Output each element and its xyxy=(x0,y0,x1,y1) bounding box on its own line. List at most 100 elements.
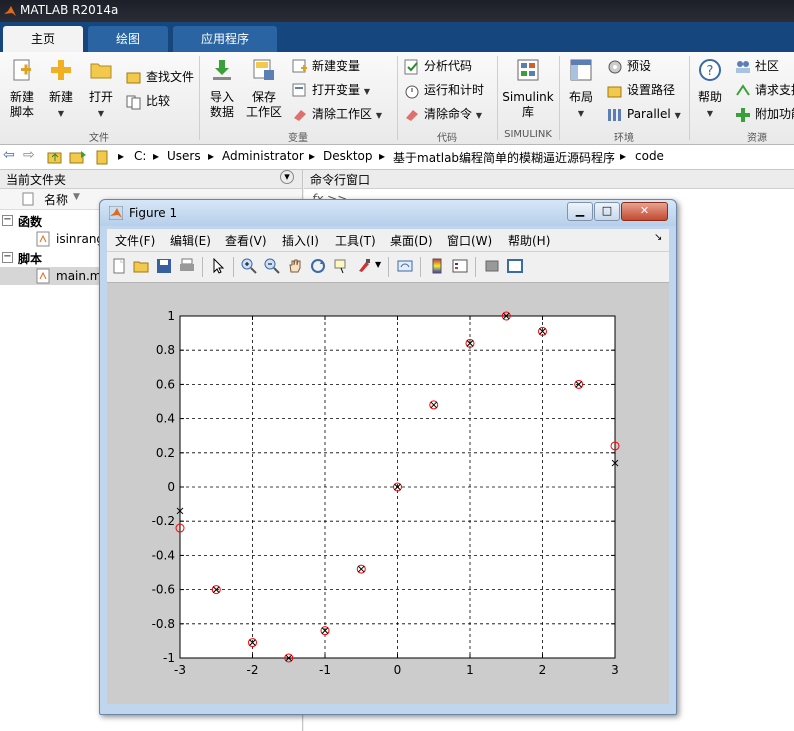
hide-plot-tools-icon[interactable] xyxy=(484,258,500,274)
breadcrumb-item[interactable]: Desktop xyxy=(323,149,373,163)
menu-window[interactable]: 窗口(W) xyxy=(447,232,492,249)
new-script-label-1: 新建 xyxy=(9,90,34,104)
rotate-3d-icon[interactable] xyxy=(310,258,326,274)
breadcrumb-item[interactable]: 基于matlab编程简单的模糊逼近源码程序 xyxy=(393,149,615,166)
set-path-icon xyxy=(607,86,622,97)
menu-insert[interactable]: 插入(I) xyxy=(282,232,319,249)
simulink-label-2: 库 xyxy=(521,105,534,119)
close-button[interactable]: ✕ xyxy=(621,202,668,221)
show-plot-tools-icon[interactable] xyxy=(507,258,523,274)
browse-folder-icon[interactable] xyxy=(69,149,87,165)
app-title-bar: MATLAB R2014a xyxy=(0,0,794,22)
panel-header: 当前文件夹 ▾ xyxy=(0,170,302,189)
colorbar-icon[interactable] xyxy=(429,258,445,274)
gear-icon xyxy=(608,60,622,73)
maximize-button[interactable]: □ xyxy=(594,202,620,221)
clear-commands-button[interactable]: 清除命令 ▼ xyxy=(404,104,482,124)
data-cursor-icon[interactable] xyxy=(333,258,349,274)
save-workspace-button[interactable]: 保存 工作区 xyxy=(245,58,283,120)
brush-icon[interactable] xyxy=(356,258,372,274)
new-label: 新建 xyxy=(48,90,73,104)
toolbar-separator xyxy=(233,257,234,277)
breadcrumb-separator: ▸ xyxy=(379,149,386,163)
figure-window[interactable]: Figure 1 ▁ □ ✕ 文件(F) 编辑(E) 查看(V) 插入(I) 工… xyxy=(99,199,677,715)
community-button[interactable]: 社区 xyxy=(735,56,779,76)
breadcrumb-separator: ▸ xyxy=(153,149,160,163)
preferences-button[interactable]: 预设 xyxy=(607,56,651,76)
menu-file[interactable]: 文件(F) xyxy=(115,232,155,249)
collapse-toggle[interactable]: − xyxy=(2,252,13,263)
zoom-in-icon[interactable] xyxy=(241,258,257,274)
collapse-toggle[interactable]: − xyxy=(2,215,13,226)
back-arrow-icon[interactable]: ⇦ xyxy=(3,147,15,163)
save-workspace-icon xyxy=(253,59,274,80)
parallel-button[interactable]: Parallel ▼ xyxy=(607,104,681,124)
find-files-button[interactable]: 查找文件 xyxy=(126,67,194,87)
minimize-button[interactable]: ▁ xyxy=(567,202,593,221)
help-button[interactable]: ? 帮助 ▼ xyxy=(694,58,726,121)
add-ons-button[interactable]: 附加功能 xyxy=(735,104,794,124)
group-label-environment: 环境 xyxy=(614,133,634,144)
layout-button[interactable]: 布局 ▼ xyxy=(564,58,598,121)
dock-arrow-icon[interactable]: ↘ xyxy=(654,232,662,243)
import-data-button[interactable]: 导入 数据 xyxy=(206,58,238,120)
tab-home[interactable]: 主页 xyxy=(3,26,83,52)
breadcrumb-item[interactable]: Administrator xyxy=(222,149,304,163)
x-tick-label: 3 xyxy=(611,663,619,677)
save-icon[interactable] xyxy=(156,258,172,274)
tab-apps[interactable]: 应用程序 xyxy=(173,26,277,52)
y-tick-label: 0.2 xyxy=(156,446,175,460)
zoom-out-icon[interactable] xyxy=(264,258,280,274)
print-icon[interactable] xyxy=(179,258,195,274)
group-scripts: 脚本 xyxy=(18,252,43,266)
open-button[interactable]: 打开 ▼ xyxy=(86,58,116,121)
open-file-icon[interactable] xyxy=(133,258,149,274)
pointer-arrow-icon[interactable] xyxy=(210,258,226,274)
new-script-button[interactable]: 新建 脚本 xyxy=(6,58,38,120)
run-and-time-button[interactable]: 运行和计时 xyxy=(404,80,484,100)
menu-edit[interactable]: 编辑(E) xyxy=(170,232,211,249)
clear-workspace-button[interactable]: 清除工作区 ▼ xyxy=(292,104,382,124)
ribbon-separator xyxy=(397,56,398,140)
chevron-down-icon: ▼ xyxy=(706,109,714,118)
analyze-code-button[interactable]: 分析代码 xyxy=(404,56,472,76)
panel-menu-icon[interactable]: ▾ xyxy=(280,170,294,184)
menu-view[interactable]: 查看(V) xyxy=(225,232,267,249)
new-figure-icon[interactable] xyxy=(111,258,127,274)
y-tick-label: 1 xyxy=(167,309,175,323)
open-variable-button[interactable]: 打开变量 ▼ xyxy=(292,80,370,100)
menu-tools[interactable]: 工具(T) xyxy=(335,232,376,249)
chevron-down-icon[interactable]: ▼ xyxy=(375,260,381,269)
file-script[interactable]: main.m xyxy=(56,269,102,283)
x-tick-label: -1 xyxy=(319,663,331,677)
breadcrumb-item[interactable]: Users xyxy=(167,149,201,163)
pan-hand-icon[interactable] xyxy=(287,258,303,274)
request-support-button[interactable]: 请求支持 xyxy=(735,80,794,100)
figure-title-bar[interactable]: Figure 1 ▁ □ ✕ xyxy=(100,200,676,226)
simulink-library-button[interactable]: Simulink 库 xyxy=(502,58,554,120)
tab-plots[interactable]: 绘图 xyxy=(88,26,168,52)
set-path-button[interactable]: 设置路径 xyxy=(607,80,675,100)
link-plot-icon[interactable] xyxy=(397,258,413,274)
legend-icon[interactable] xyxy=(452,258,468,274)
forward-arrow-icon[interactable]: ⇨ xyxy=(23,147,35,163)
plot-area[interactable]: -3 -2 -1 0 1 2 3 1 0.8 0.6 0.4 0.2 0 -0.2 -0.4 -0.6 -0.8… xyxy=(107,283,669,704)
open-variable-label: 打开变量 xyxy=(312,83,361,97)
breadcrumb-separator: ▸ xyxy=(118,149,125,163)
up-folder-icon[interactable] xyxy=(47,149,63,165)
breadcrumb-item[interactable]: code xyxy=(635,149,664,163)
menu-desktop[interactable]: 桌面(D) xyxy=(390,232,433,249)
menu-help[interactable]: 帮助(H) xyxy=(508,232,550,249)
column-name[interactable]: 名称 xyxy=(44,191,68,208)
open-label: 打开 xyxy=(88,90,113,104)
breadcrumb-item[interactable]: C: xyxy=(134,149,146,163)
eraser-icon xyxy=(294,109,306,121)
ribbon-separator xyxy=(199,56,200,140)
y-tick-label: 0 xyxy=(167,480,175,494)
new-variable-button[interactable]: 新建变量 xyxy=(292,56,360,76)
chevron-down-icon: ▼ xyxy=(674,111,681,120)
script-file-icon xyxy=(36,268,50,284)
compare-button[interactable]: 比较 xyxy=(126,91,170,111)
new-button[interactable]: 新建 ▼ xyxy=(46,58,76,121)
import-label-2: 数据 xyxy=(209,105,234,119)
